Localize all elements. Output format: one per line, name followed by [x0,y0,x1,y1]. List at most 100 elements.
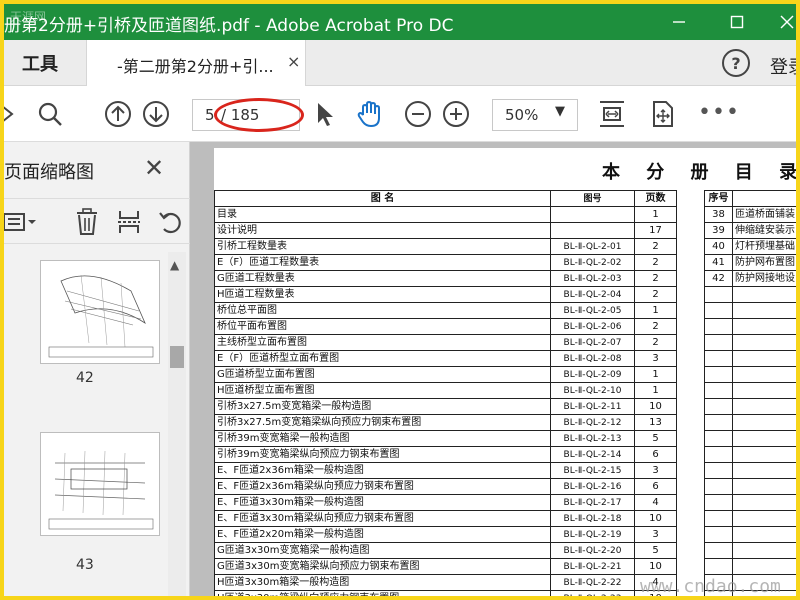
cell-name: E、F匝道2x36m箱梁纵向预应力钢束布置图 [214,478,551,495]
table-row [704,510,796,527]
table-row [704,478,796,495]
select-cursor-icon[interactable] [308,98,340,130]
maximize-button[interactable] [714,4,760,40]
table-row: G匝道3x30m变宽箱梁纵向预应力钢束布置图 BL-Ⅱ-QL-2-21 10 [214,558,677,575]
cell-code: BL-Ⅱ-QL-2-15 [550,462,635,479]
table-row [704,494,796,511]
table-row [704,382,796,399]
cell-seq [704,430,733,447]
login-link[interactable]: 登录 [770,53,796,79]
cell-name: 引桥工程数量表 [214,238,551,255]
tools-tab[interactable]: 工具 [4,40,76,86]
table-row: 40 灯杆预埋基础 [704,238,796,255]
cell-name [732,366,796,383]
thumbnail-scrollbar[interactable] [168,252,186,596]
extract-pages-icon[interactable] [116,207,142,237]
delete-icon[interactable] [74,207,100,237]
table-row [704,526,796,543]
cell-code: BL-Ⅱ-QL-2-12 [550,414,635,431]
cell-code: BL-Ⅱ-QL-2-20 [550,542,635,559]
cell-seq [704,414,733,431]
page-thumbnail-42[interactable] [40,260,160,364]
save-icon[interactable] [4,98,30,130]
cell-pages: 4 [634,494,677,511]
cell-name: E（F）匝道桥型立面布置图 [214,350,551,367]
table-row: 桥位总平面图 BL-Ⅱ-QL-2-05 1 [214,302,677,319]
scrollbar-thumb[interactable] [170,346,184,368]
cell-pages: 6 [634,446,677,463]
previous-page-icon[interactable] [102,98,134,130]
table-header-row: 图 名 图号 页数 [214,190,677,207]
close-window-button[interactable] [764,4,796,40]
cell-seq [704,558,733,575]
thumbnail-options-icon[interactable] [4,209,38,235]
cell-name: H匝道工程数量表 [214,286,551,303]
table-header-row: 序号 [704,190,796,207]
help-button[interactable]: ? [722,49,750,77]
red-annotation-ellipse [214,98,304,132]
table-row [704,318,796,335]
table-row: 主线桥型立面布置图 BL-Ⅱ-QL-2-07 2 [214,334,677,351]
minimize-button[interactable] [656,4,702,40]
thumbnail-drawing [48,274,154,358]
zoom-level-select[interactable]: 50% ▼ [492,99,578,131]
cell-name: 桥位平面布置图 [214,318,551,335]
table-row: H匝道3x30m箱梁一般构造图 BL-Ⅱ-QL-2-22 4 [214,574,677,591]
column-header-seq: 序号 [704,190,733,207]
table-row: E、F匝道2x20m箱梁一般构造图 BL-Ⅱ-QL-2-19 3 [214,526,677,543]
page-thumbnail-43[interactable] [40,432,160,536]
table-row: 39 伸缩缝安装示 [704,222,796,239]
cell-name [732,398,796,415]
close-panel-icon[interactable]: ✕ [144,154,164,182]
cell-pages: 6 [634,478,677,495]
cell-name: H匝道桥型立面布置图 [214,382,551,399]
chevron-down-icon: ▼ [555,104,565,119]
cell-code: BL-Ⅱ-QL-2-21 [550,558,635,575]
tab-bar: 工具 -第二册第2分册+引... × ? 登录 [4,40,796,86]
undo-icon[interactable] [156,207,186,237]
zoom-out-icon[interactable] [402,98,434,130]
table-row [704,430,796,447]
table-row: G匝道3x30m变宽箱梁一般构造图 BL-Ⅱ-QL-2-20 5 [214,542,677,559]
next-page-icon[interactable] [140,98,172,130]
column-header-name: 图 名 [214,190,551,207]
cell-pages: 1 [634,206,677,223]
tab-close-button[interactable]: × [287,52,300,71]
cell-name [732,318,796,335]
more-options-icon[interactable]: ••• [698,100,740,125]
zoom-in-icon[interactable] [440,98,472,130]
cell-code: BL-Ⅱ-QL-2-13 [550,430,635,447]
table-row: H匝道桥型立面布置图 BL-Ⅱ-QL-2-10 1 [214,382,677,399]
cell-name: E、F匝道3x30m箱梁纵向预应力钢束布置图 [214,510,551,527]
document-tab[interactable]: -第二册第2分册+引... × [86,40,306,86]
scroll-up-icon[interactable]: ▲ [170,258,179,272]
table-row [704,558,796,575]
table-row: 引桥工程数量表 BL-Ⅱ-QL-2-01 2 [214,238,677,255]
cell-code: BL-Ⅱ-QL-2-01 [550,238,635,255]
cell-name: E、F匝道2x36m箱梁一般构造图 [214,462,551,479]
cell-code: BL-Ⅱ-QL-2-04 [550,286,635,303]
cell-code: BL-Ⅱ-QL-2-06 [550,318,635,335]
thumbnail-label-43: 43 [76,557,94,573]
table-row [704,350,796,367]
table-row: 42 防护网接地设 [704,270,796,287]
search-icon[interactable] [34,98,66,130]
cell-name: G匝道3x30m变宽箱梁一般构造图 [214,542,551,559]
table-row: E、F匝道3x30m箱梁纵向预应力钢束布置图 BL-Ⅱ-QL-2-18 10 [214,510,677,527]
cell-name [732,542,796,559]
table-row [704,414,796,431]
cell-pages: 13 [634,414,677,431]
cell-seq [704,510,733,527]
cell-name [732,382,796,399]
document-view[interactable]: 本 分 册 目 录 图 名 图号 页数 目录 1 设计说明 17 引桥工程数量表 BL-Ⅱ… [190,142,796,596]
minimize-icon [673,21,685,23]
table-row: E（F）匝道工程数量表 BL-Ⅱ-QL-2-02 2 [214,254,677,271]
cell-name: G匝道工程数量表 [214,270,551,287]
rotate-view-icon[interactable] [646,98,678,130]
hand-tool-icon[interactable] [354,98,386,130]
cell-seq [704,302,733,319]
cell-pages: 3 [634,350,677,367]
table-row: E、F匝道2x36m箱梁一般构造图 BL-Ⅱ-QL-2-15 3 [214,462,677,479]
fit-page-icon[interactable] [596,98,628,130]
table-row: H匝道3x30m箱梁纵向预应力钢束布置图BL-Ⅱ-QL-2-2310 [214,590,677,596]
